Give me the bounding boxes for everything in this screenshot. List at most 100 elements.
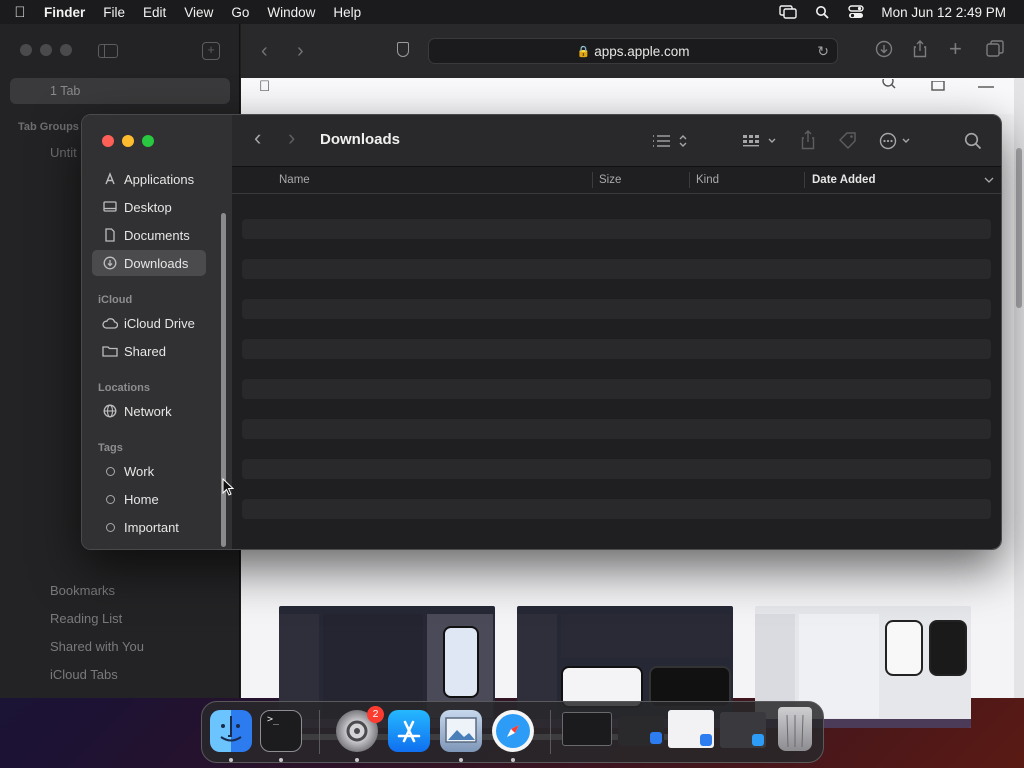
list-row-stripe — [242, 259, 991, 279]
finder-window-controls — [102, 135, 154, 147]
sort-chevron-down-icon[interactable] — [984, 175, 994, 187]
page-vertical-scrollbar[interactable] — [1014, 78, 1024, 698]
network-globe-icon — [100, 404, 120, 418]
apple-logo-icon[interactable]:  — [259, 78, 270, 95]
sidebar-item-network[interactable]: Network — [92, 398, 206, 424]
column-divider[interactable] — [804, 172, 805, 188]
menu-help[interactable]: Help — [324, 5, 370, 20]
sidebar-tag-important[interactable]: Important — [92, 514, 206, 540]
untitled-tab-group[interactable]: Untit — [50, 145, 77, 160]
sidebar-tag-work[interactable]: Work — [92, 458, 206, 484]
sidebar-item-label: Desktop — [124, 199, 172, 215]
sidebar-item-label: Shared — [124, 343, 166, 359]
site-search-icon[interactable] — [881, 75, 897, 94]
column-size[interactable]: Size — [599, 174, 621, 186]
menu-window[interactable]: Window — [258, 5, 324, 20]
share-icon[interactable] — [800, 130, 816, 155]
site-menu-icon[interactable] — [978, 78, 994, 94]
column-divider[interactable] — [592, 172, 593, 188]
more-actions-icon[interactable] — [879, 132, 915, 155]
spotlight-search-icon[interactable] — [813, 5, 831, 19]
dock-minimized-window[interactable] — [562, 712, 612, 746]
menu-app-name[interactable]: Finder — [40, 5, 94, 20]
column-name[interactable]: Name — [279, 174, 310, 186]
sidebar-tag-home[interactable]: Home — [92, 486, 206, 512]
dock-safari-icon[interactable] — [492, 710, 534, 752]
dock-system-settings-icon[interactable]: 2 — [336, 706, 384, 752]
safari-window-controls — [20, 44, 72, 56]
menubar-clock[interactable]: Mon Jun 12 2:49 PM — [881, 5, 1006, 20]
forward-chevron-icon[interactable]: › — [297, 40, 304, 63]
close-button[interactable] — [102, 135, 114, 147]
new-tab-plus-icon[interactable]: + — [949, 36, 962, 62]
dock-preview-icon[interactable] — [440, 710, 482, 752]
back-chevron-icon[interactable]: ‹ — [254, 125, 261, 151]
dock-finder-icon[interactable] — [210, 710, 252, 752]
column-kind[interactable]: Kind — [696, 174, 719, 186]
sidebar-link-reading-list[interactable]: Reading List — [50, 612, 144, 640]
tab-count-item[interactable]: 1 Tab — [10, 78, 230, 104]
sidebar-item-documents[interactable]: Documents — [92, 222, 206, 248]
window-title: Downloads — [320, 131, 401, 148]
bag-icon[interactable] — [931, 78, 945, 94]
sidebar-item-label: Home — [124, 491, 159, 507]
privacy-shield-icon[interactable] — [397, 42, 409, 57]
sidebar-item-applications[interactable]: Applications — [92, 166, 206, 192]
sidebar-link-bookmarks[interactable]: Bookmarks — [50, 584, 144, 612]
dock: >_ 2 — [201, 701, 824, 763]
reload-icon[interactable]: ↻ — [817, 43, 829, 60]
dock-separator — [319, 710, 320, 754]
tab-overview-icon[interactable] — [986, 40, 1004, 63]
search-icon[interactable] — [964, 132, 982, 155]
lock-icon: 🔒 — [576, 45, 591, 58]
page-scroll-thumb[interactable] — [1016, 148, 1022, 308]
menu-file[interactable]: File — [94, 5, 134, 20]
screenshot-ipad-dark — [929, 620, 967, 676]
dock-separator — [550, 710, 551, 754]
screen-mirroring-icon[interactable] — [779, 5, 798, 19]
sidebar-item-desktop[interactable]: Desktop — [92, 194, 206, 220]
list-row-stripe — [242, 299, 991, 319]
list-row-stripe — [242, 459, 991, 479]
column-divider[interactable] — [689, 172, 690, 188]
new-tab-group-icon[interactable]: + — [202, 42, 220, 60]
sidebar-section-icloud: iCloud — [98, 294, 133, 306]
safari-minimize-button[interactable] — [40, 44, 52, 56]
control-center-icon[interactable] — [847, 5, 865, 19]
menu-view[interactable]: View — [175, 5, 222, 20]
menu-edit[interactable]: Edit — [134, 5, 175, 20]
dock-minimized-window[interactable] — [720, 712, 766, 748]
screenshot-phone-preview — [443, 626, 479, 698]
sidebar-toggle-icon[interactable] — [98, 44, 118, 58]
apple-menu-icon[interactable]:  — [0, 4, 40, 21]
sidebar-item-icloud-drive[interactable]: iCloud Drive — [92, 310, 206, 336]
sidebar-item-label: Network — [124, 403, 172, 419]
share-icon[interactable] — [912, 40, 928, 63]
forward-chevron-icon[interactable]: › — [288, 125, 295, 151]
minimize-button[interactable] — [122, 135, 134, 147]
sidebar-item-shared[interactable]: Shared — [92, 338, 206, 364]
safari-close-button[interactable] — [20, 44, 32, 56]
dock-trash-icon[interactable] — [778, 707, 812, 751]
list-view-icon[interactable] — [652, 133, 688, 154]
group-by-icon[interactable] — [742, 133, 778, 154]
tag-icon[interactable] — [838, 131, 858, 154]
sidebar-link-icloud-tabs[interactable]: iCloud Tabs — [50, 668, 144, 696]
downloads-arrow-icon[interactable] — [875, 40, 893, 63]
apple-site-nav:  — [241, 75, 1016, 114]
sidebar-scrollbar[interactable] — [221, 213, 226, 547]
safari-zoom-button[interactable] — [60, 44, 72, 56]
column-date-added[interactable]: Date Added — [812, 174, 875, 186]
dock-app-store-icon[interactable] — [388, 710, 430, 752]
address-bar[interactable]: 🔒 apps.apple.com ↻ — [428, 38, 838, 64]
dock-minimized-window[interactable] — [668, 710, 714, 748]
terminal-prompt-icon: >_ — [267, 714, 280, 725]
back-chevron-icon[interactable]: ‹ — [261, 40, 268, 63]
sidebar-item-downloads[interactable]: Downloads — [92, 250, 206, 276]
dock-terminal-icon[interactable]: >_ — [260, 710, 302, 752]
sidebar-link-shared-with-you[interactable]: Shared with You — [50, 640, 144, 668]
menu-go[interactable]: Go — [222, 5, 258, 20]
dock-minimized-window[interactable] — [618, 716, 664, 746]
zoom-button[interactable] — [142, 135, 154, 147]
running-indicator — [511, 758, 515, 762]
